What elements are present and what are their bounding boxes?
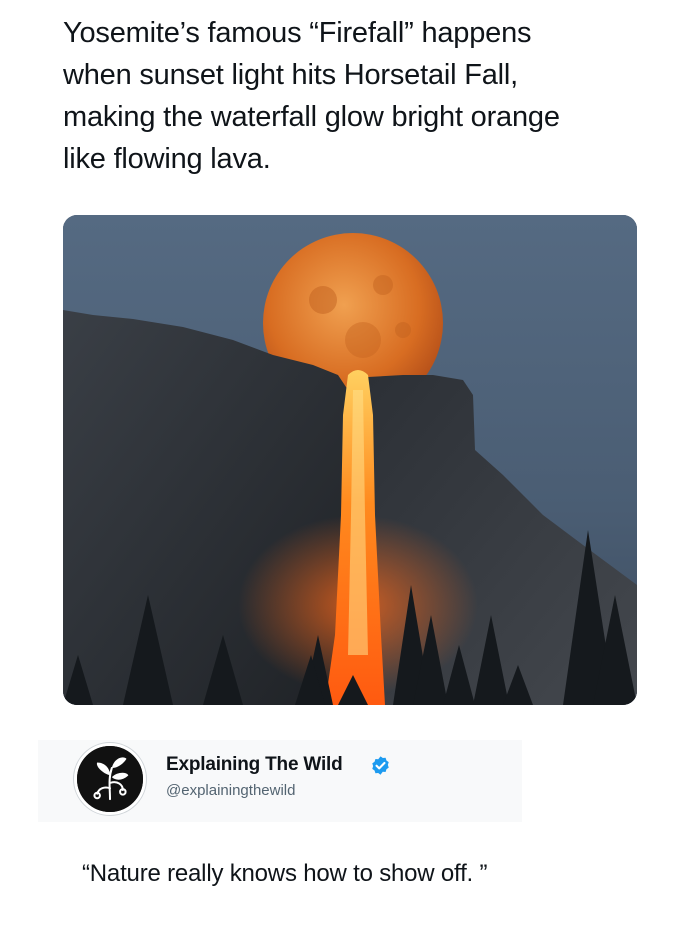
post-image[interactable] [63, 215, 637, 705]
post-text-line: when sunset light hits Horsetail Fall, [63, 59, 518, 91]
account-name[interactable]: Explaining The Wild [166, 754, 343, 776]
account-handle[interactable]: @explainingthewild [166, 782, 295, 799]
post-text-line: making the waterfall glow bright orange [63, 101, 560, 133]
verified-badge-icon [370, 755, 391, 776]
quoted-account-card[interactable]: Explaining The Wild @explainingthewild [38, 740, 522, 822]
avatar[interactable] [74, 743, 146, 815]
leaf-logo-icon [77, 746, 143, 812]
firefall-photo [63, 215, 637, 705]
post-text-line: like flowing lava. [63, 143, 271, 175]
post-text: Yosemite’s famous “Firefall” happens whe… [63, 12, 643, 180]
caption-text: “Nature really knows how to show off. ” [82, 860, 488, 887]
post-text-line: Yosemite’s famous “Firefall” happens [63, 17, 532, 49]
